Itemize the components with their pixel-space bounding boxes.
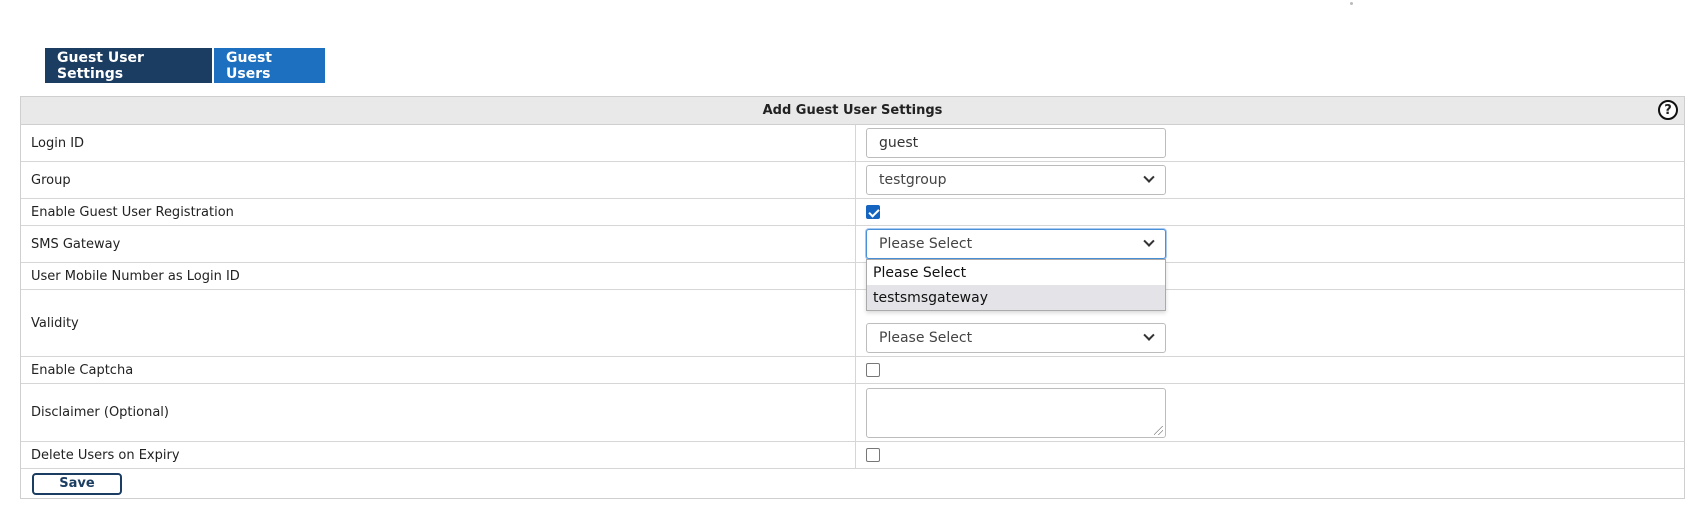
sms-gateway-select-value: Please Select — [879, 236, 973, 252]
enable-captcha-label: Enable Captcha — [21, 357, 856, 383]
row-enable-captcha: Enable Captcha — [21, 357, 1684, 384]
dropdown-option-testsmsgateway[interactable]: testsmsgateway — [867, 285, 1165, 310]
login-id-input[interactable]: guest — [866, 128, 1166, 158]
disclaimer-label: Disclaimer (Optional) — [21, 384, 856, 441]
delete-on-expiry-checkbox[interactable] — [866, 448, 880, 462]
validity-label: Validity — [21, 290, 856, 356]
sms-gateway-select[interactable]: Please Select — [866, 229, 1166, 259]
row-disclaimer: Disclaimer (Optional) — [21, 384, 1684, 442]
sms-gateway-cell: Please Select — [856, 226, 1684, 262]
group-select-value: testgroup — [879, 172, 947, 188]
row-mobile-as-login: User Mobile Number as Login ID — [21, 263, 1684, 290]
row-group: Group testgroup — [21, 162, 1684, 199]
disclaimer-textarea[interactable] — [866, 387, 1166, 438]
row-delete-on-expiry: Delete Users on Expiry — [21, 442, 1684, 469]
validity-select[interactable]: Please Select — [866, 323, 1166, 353]
login-id-cell: guest — [856, 125, 1684, 161]
tab-bar: Guest User Settings Guest Users — [45, 48, 325, 83]
chevron-down-icon — [1143, 329, 1155, 341]
group-select[interactable]: testgroup — [866, 165, 1166, 195]
panel-title: Add Guest User Settings — [762, 103, 943, 118]
chevron-down-icon — [1143, 235, 1155, 247]
enable-registration-cell — [856, 199, 1684, 225]
row-validity: Validity Please Select — [21, 290, 1684, 357]
enable-registration-checkbox[interactable] — [866, 205, 880, 219]
enable-registration-label: Enable Guest User Registration — [21, 199, 856, 225]
row-enable-registration: Enable Guest User Registration — [21, 199, 1684, 226]
delete-on-expiry-label: Delete Users on Expiry — [21, 442, 856, 468]
sms-gateway-dropdown-list: Please Select testsmsgateway — [866, 259, 1166, 311]
row-actions: Save — [21, 469, 1684, 498]
mobile-as-login-label: User Mobile Number as Login ID — [21, 263, 856, 289]
save-button[interactable]: Save — [32, 472, 122, 495]
tab-guest-user-settings[interactable]: Guest User Settings — [45, 48, 212, 83]
row-login-id: Login ID guest — [21, 125, 1684, 162]
decorative-dot — [1350, 2, 1353, 5]
settings-panel: Add Guest User Settings ? Login ID guest… — [20, 96, 1685, 499]
group-cell: testgroup — [856, 162, 1684, 198]
sms-gateway-label: SMS Gateway — [21, 226, 856, 262]
enable-captcha-cell — [856, 357, 1684, 383]
enable-captcha-checkbox[interactable] — [866, 363, 880, 377]
help-icon[interactable]: ? — [1658, 100, 1678, 120]
login-id-label: Login ID — [21, 125, 856, 161]
panel-header: Add Guest User Settings ? — [21, 97, 1684, 125]
chevron-down-icon — [1143, 171, 1155, 183]
tab-guest-users[interactable]: Guest Users — [214, 48, 325, 83]
dropdown-option-please-select[interactable]: Please Select — [867, 260, 1165, 285]
delete-on-expiry-cell — [856, 442, 1684, 468]
resize-handle-icon[interactable] — [1154, 425, 1163, 435]
row-sms-gateway: SMS Gateway Please Select — [21, 226, 1684, 263]
validity-select-value: Please Select — [879, 330, 973, 346]
group-label: Group — [21, 162, 856, 198]
disclaimer-cell — [856, 384, 1684, 441]
